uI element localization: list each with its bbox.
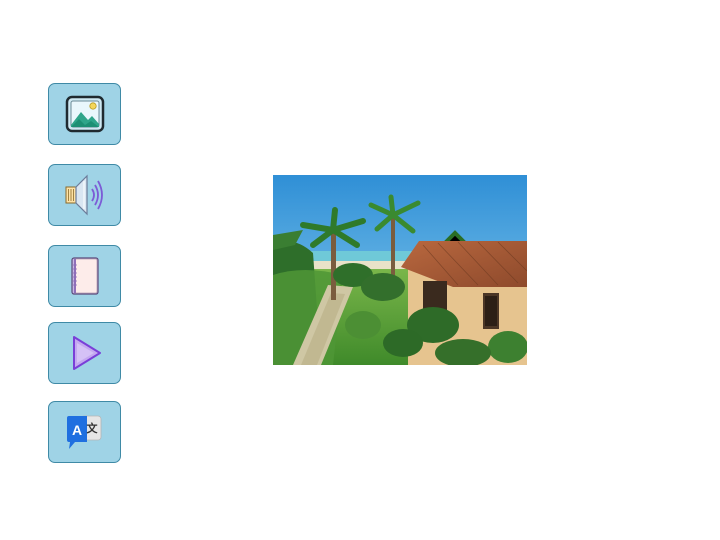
villa-photo xyxy=(273,175,527,365)
translate-glyph-a: A xyxy=(71,422,81,438)
book-button[interactable] xyxy=(48,245,121,307)
side-toolbar: A 文 xyxy=(48,0,124,540)
play-icon xyxy=(65,332,105,374)
audio-button[interactable] xyxy=(48,164,121,226)
image-icon xyxy=(65,95,105,133)
image-button[interactable] xyxy=(48,83,121,145)
speaker-icon xyxy=(62,173,108,217)
translate-glyph-b: 文 xyxy=(86,421,98,435)
translate-button[interactable]: A 文 xyxy=(48,401,121,463)
translate-icon: A 文 xyxy=(64,411,106,453)
book-icon xyxy=(65,255,105,297)
play-button[interactable] xyxy=(48,322,121,384)
